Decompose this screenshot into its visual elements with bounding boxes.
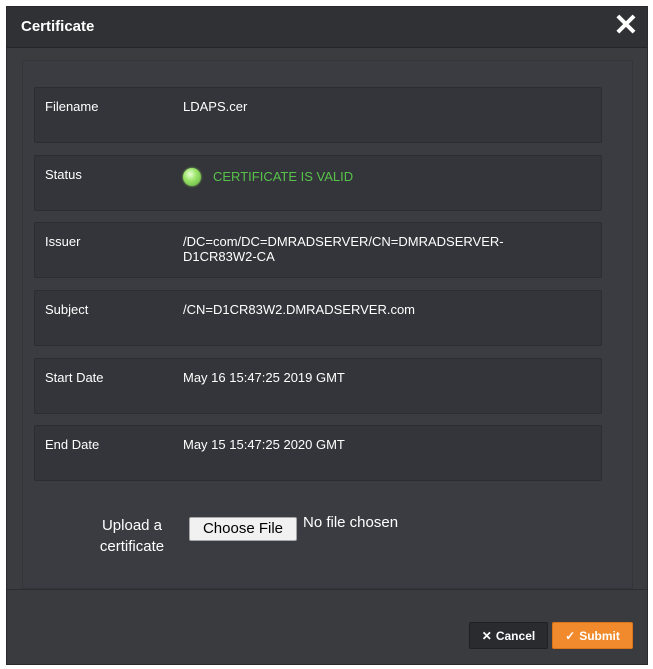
dialog-footer: ✕ Cancel ✓ Submit bbox=[7, 589, 647, 664]
status-indicator-icon bbox=[183, 168, 201, 186]
upload-label: Upload a certificate bbox=[92, 515, 172, 557]
submit-label: Submit bbox=[579, 628, 620, 643]
field-value: May 16 15:47:25 2019 GMT bbox=[183, 370, 345, 385]
field-label: Subject bbox=[45, 302, 89, 317]
field-value: May 15 15:47:25 2020 GMT bbox=[183, 437, 345, 452]
submit-button[interactable]: ✓ Submit bbox=[552, 622, 633, 649]
cancel-x-icon: ✕ bbox=[481, 628, 492, 643]
field-label: Status bbox=[45, 167, 82, 182]
field-value: LDAPS.cer bbox=[183, 99, 248, 114]
certificate-dialog: Certificate ✕ Filename LDAPS.cer Status … bbox=[6, 6, 648, 665]
file-status-text: No file chosen bbox=[303, 514, 399, 531]
field-value: /DC=com/DC=DMRADSERVER/CN=DMRADSERVER-D1… bbox=[183, 234, 504, 264]
upload-label-line1: Upload a bbox=[101, 517, 163, 534]
field-end-date: End Date May 15 15:47:25 2020 GMT bbox=[34, 425, 602, 481]
close-icon[interactable]: ✕ bbox=[611, 11, 641, 41]
field-label: Filename bbox=[45, 99, 99, 114]
field-label: Issuer bbox=[45, 234, 81, 249]
field-value: /CN=D1CR83W2.DMRADSERVER.com bbox=[183, 302, 416, 317]
field-filename: Filename LDAPS.cer bbox=[34, 87, 602, 143]
cancel-button[interactable]: ✕ Cancel bbox=[469, 622, 548, 649]
cancel-label: Cancel bbox=[495, 628, 536, 643]
field-label: End Date bbox=[45, 437, 100, 452]
dialog-title: Certificate bbox=[21, 18, 95, 35]
upload-label-line2: certificate bbox=[99, 538, 165, 555]
status-value: CERTIFICATE IS VALID bbox=[183, 167, 583, 186]
dialog-titlebar: Certificate ✕ bbox=[7, 7, 647, 48]
field-issuer: Issuer /DC=com/DC=DMRADSERVER/CN=DMRADSE… bbox=[34, 222, 602, 278]
field-label: Start Date bbox=[45, 370, 104, 385]
choose-file-button[interactable]: Choose File bbox=[189, 517, 297, 541]
field-status: Status CERTIFICATE IS VALID bbox=[34, 155, 602, 211]
field-start-date: Start Date May 16 15:47:25 2019 GMT bbox=[34, 358, 602, 414]
status-badge: CERTIFICATE IS VALID bbox=[213, 169, 354, 184]
submit-check-icon: ✓ bbox=[565, 628, 576, 643]
field-subject: Subject /CN=D1CR83W2.DMRADSERVER.com bbox=[34, 290, 602, 346]
